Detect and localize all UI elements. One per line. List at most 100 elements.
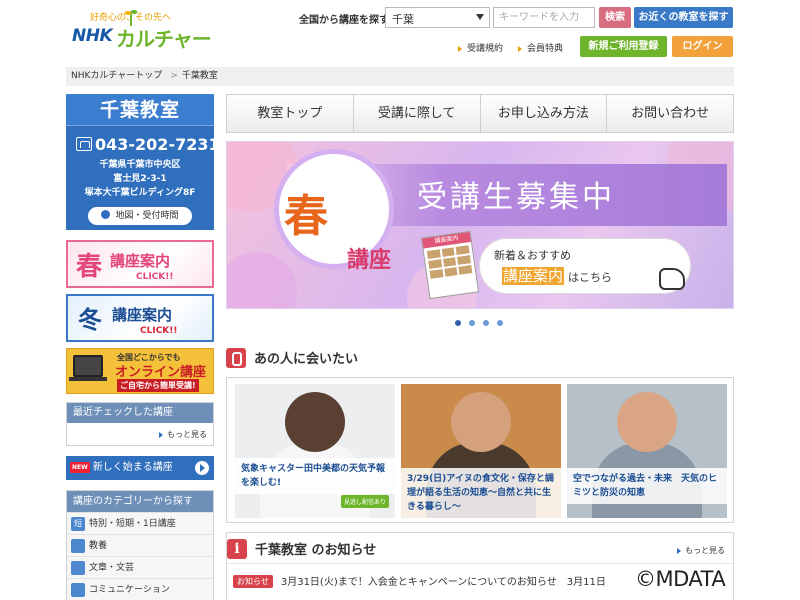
hero-headline: 受講生募集中 [417, 180, 615, 215]
phone-icon [76, 137, 92, 151]
feature-card[interactable]: 空でつながる過去・未来 天気のヒミツと防災の知恵 [567, 384, 727, 518]
breadcrumb-home[interactable]: NHKカルチャートップ [71, 71, 162, 81]
breadcrumb-separator: > [170, 71, 178, 81]
spring-banner-text: 講座案内 [110, 252, 171, 270]
laptop-icon [73, 355, 103, 377]
feature-section-title: あの人に会いたい [226, 348, 358, 368]
online-banner-line3: ご自宅から簡単受講! [117, 379, 199, 392]
member-benefits-link[interactable]: 会員特典 [518, 41, 563, 54]
feature-card[interactable]: 3/29(日)アイヌの食文化・保存と調理が語る生活の知恵～自然と共に生きる暮らし… [401, 384, 561, 518]
category-label: 教養 [89, 541, 108, 551]
bubble-line2: 講座案内 はこちら [502, 265, 612, 286]
hero-banner[interactable]: 春 講座 受講生募集中 講座案内 新着＆おすすめ 講座案内 はこちら [226, 141, 734, 309]
school-phone: 043-202-7231 [76, 135, 220, 154]
category-item-special[interactable]: 短特別・短期・1日講座 [67, 512, 213, 534]
terms-link-label: 受講規約 [467, 44, 504, 54]
category-item-culture[interactable]: 教養 [67, 534, 213, 556]
address-line-2: 富士見2-3-1 [113, 174, 167, 184]
spring-courses-banner[interactable]: 春 講座案内 CLICK!! [66, 240, 214, 288]
flyer-grid [423, 242, 475, 282]
triangle-bullet-icon [677, 547, 681, 554]
carousel-dot[interactable] [497, 320, 503, 326]
logo-nhk: NHK [72, 26, 113, 46]
person-photo-head [451, 392, 511, 452]
flower-decoration [227, 252, 297, 308]
arrow-circle-icon [101, 210, 111, 219]
hero-spring-char: 春 [284, 191, 328, 242]
tab-application-method[interactable]: お申し込み方法 [481, 95, 608, 132]
online-courses-banner[interactable]: 全国どこからでも オンライン講座 ご自宅から簡単受講! [66, 348, 214, 394]
hand-icon [226, 348, 246, 368]
school-address: 千葉県千葉市中央区 富士見2-3-1 塚本大千葉ビルディング8F [66, 158, 214, 200]
replay-badge: 見逃し配信あり [340, 495, 389, 508]
category-box: 講座のカテゴリーから探す 短特別・短期・1日講座 教養 文章・文芸 コミュニケー… [66, 490, 214, 600]
winter-courses-banner[interactable]: 冬 講座案内 CLICK!! [66, 294, 214, 342]
terms-link[interactable]: 受講規約 [458, 41, 503, 54]
register-button[interactable]: 新規ご利用登録 [580, 36, 667, 57]
book-icon [71, 538, 85, 553]
map-hours-button[interactable]: 地図・受付時間 [88, 207, 192, 225]
copyright-watermark: ©MDATA [633, 567, 728, 591]
more-link-label: もっと見る [167, 430, 207, 439]
map-hours-label: 地図・受付時間 [115, 211, 179, 221]
info-icon [227, 539, 247, 559]
carousel-dot[interactable] [469, 320, 475, 326]
breadcrumb: NHKカルチャートップ > 千葉教室 [66, 67, 734, 86]
tab-school-top[interactable]: 教室トップ [227, 95, 354, 132]
new-courses-button[interactable]: NEW 新しく始まる講座 [66, 456, 214, 480]
keyword-search-input[interactable] [493, 7, 595, 28]
category-label: 特別・短期・1日講座 [89, 519, 176, 529]
feature-carousel: 気象キャスター田中美都の天気予報を楽しむ! 見逃し配信あり 3/29(日)アイヌ… [226, 377, 734, 523]
search-button[interactable]: 検索 [599, 7, 631, 28]
recently-viewed-title: 最近チェックした講座 [67, 403, 213, 423]
address-line-3: 塚本大千葉ビルディング8F [84, 188, 196, 198]
news-tag: お知らせ [233, 575, 273, 588]
category-item-communication[interactable]: コミュニケーション [67, 578, 213, 600]
carousel-dot[interactable] [483, 320, 489, 326]
recently-viewed-box: 最近チェックした講座 もっと見る [66, 402, 214, 446]
carousel-dot[interactable] [455, 320, 461, 326]
laptop-base [69, 377, 107, 381]
logo-tagline: 好奇心の、その先へ [90, 13, 172, 23]
news-title-text: 千葉教室 のお知らせ [255, 543, 377, 558]
category-label: 文章・文芸 [89, 563, 135, 573]
new-courses-label: 新しく始まる講座 [92, 462, 173, 473]
nhk-culture-logo[interactable]: 好奇心の、その先へ NHK カルチャー [72, 8, 212, 54]
feature-card-caption: 3/29(日)アイヌの食文化・保存と調理が語る生活の知恵～自然と共に生きる暮らし… [401, 468, 561, 518]
school-info-box: 千葉教室 043-202-7231 千葉県千葉市中央区 富士見2-3-1 塚本大… [66, 94, 220, 230]
divider [227, 563, 733, 564]
recently-viewed-more-link[interactable]: もっと見る [159, 429, 207, 440]
tab-enrollment-info[interactable]: 受講に際して [354, 95, 481, 132]
news-more-label: もっと見る [685, 546, 725, 555]
person-photo-head [285, 392, 345, 452]
prefecture-select[interactable]: 千葉 [385, 7, 490, 28]
school-nav: 教室トップ 受講に際して お申し込み方法 お問い合わせ [226, 94, 734, 133]
arrow-circle-icon [195, 461, 209, 475]
news-text: 3月31日(火)まで！入会金とキャンペーンについてのお知らせ [280, 577, 557, 588]
member-benefits-label: 会員特典 [527, 44, 564, 54]
feature-title-text: あの人に会いたい [254, 352, 359, 367]
feature-card-caption: 気象キャスター田中美都の天気予報を楽しむ! [235, 458, 395, 494]
feature-card[interactable]: 気象キャスター田中美都の天気予報を楽しむ! 見逃し配信あり [235, 384, 395, 518]
news-more-link[interactable]: もっと見る [677, 545, 725, 556]
school-name: 千葉教室 [66, 94, 214, 126]
news-item[interactable]: お知らせ 3月31日(火)まで！入会金とキャンペーンについてのお知らせ 3月11日 [233, 573, 606, 588]
carousel-dots [455, 320, 503, 326]
prefecture-value: 千葉 [392, 13, 414, 26]
logo-culture: カルチャー [116, 27, 212, 51]
bubble-suffix: はこちら [568, 271, 613, 284]
short-course-icon: 短 [71, 516, 85, 531]
new-badge: NEW [70, 462, 90, 473]
news-section-title: 千葉教室 のお知らせ [227, 539, 376, 559]
winter-banner-text: 講座案内 [112, 306, 173, 324]
find-nearby-school-button[interactable]: お近くの教室を探す [634, 7, 733, 28]
spring-click-text: CLICK!! [136, 272, 174, 282]
triangle-bullet-icon [458, 45, 462, 52]
search-label: 全国から講座を探す [299, 15, 389, 26]
breadcrumb-current: 千葉教室 [181, 71, 218, 81]
category-item-writing[interactable]: 文章・文芸 [67, 556, 213, 578]
tab-contact[interactable]: お問い合わせ [607, 95, 733, 132]
person-photo-head [617, 392, 677, 452]
category-label: コミュニケーション [89, 585, 170, 595]
login-button[interactable]: ログイン [672, 36, 733, 57]
